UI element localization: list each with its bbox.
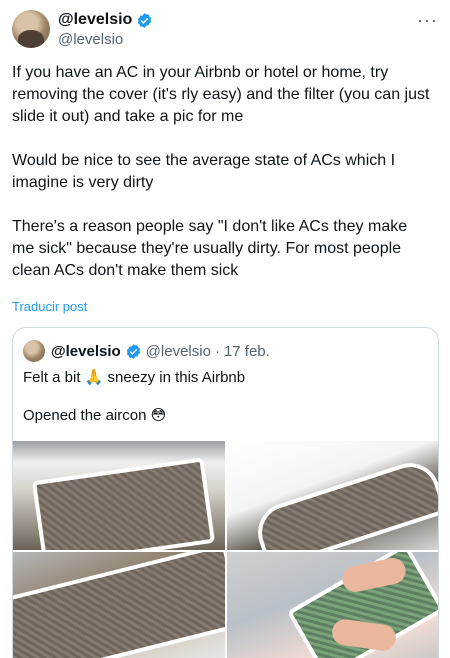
quoted-tweet-header: @levelsio @levelsio · 17 feb. (23, 340, 270, 362)
dot-separator: · (214, 342, 220, 360)
avatar[interactable] (12, 10, 50, 48)
tweet: @levelsio @levelsio ··· If you have an A… (0, 0, 450, 658)
translate-link[interactable]: Traducir post (12, 299, 87, 314)
dirty-filter-graphic (13, 552, 225, 658)
verified-badge-icon (126, 343, 140, 359)
media-grid (13, 441, 438, 658)
tweet-text: If you have an AC in your Airbnb or hote… (12, 64, 430, 279)
more-horizontal-icon[interactable]: ··· (417, 10, 438, 31)
quoted-avatar[interactable] (23, 340, 45, 362)
tweet-header: @levelsio @levelsio ··· (12, 10, 438, 50)
author-names: @levelsio @levelsio (58, 10, 153, 50)
quoted-date[interactable]: 17 feb. (224, 343, 270, 360)
handle[interactable]: @levelsio (58, 30, 153, 50)
display-name-row[interactable]: @levelsio (58, 10, 153, 30)
display-name[interactable]: @levelsio (58, 10, 132, 30)
verified-badge-icon (138, 12, 152, 28)
dirty-filter-graphic (31, 457, 216, 550)
quoted-text: Felt a bit 🙏 sneezy in this Airbnb Opene… (23, 369, 246, 424)
ac-photo-1[interactable] (13, 441, 225, 550)
ac-photo-4[interactable] (226, 552, 438, 658)
dirty-filter-graphic (249, 455, 438, 550)
quoted-display-name[interactable]: @levelsio (51, 343, 121, 360)
quoted-tweet[interactable]: @levelsio @levelsio · 17 feb. Felt a bit… (12, 327, 439, 658)
ac-photo-3[interactable] (13, 552, 225, 658)
quoted-handle[interactable]: @levelsio (146, 343, 211, 360)
ac-photo-2[interactable] (226, 441, 438, 550)
